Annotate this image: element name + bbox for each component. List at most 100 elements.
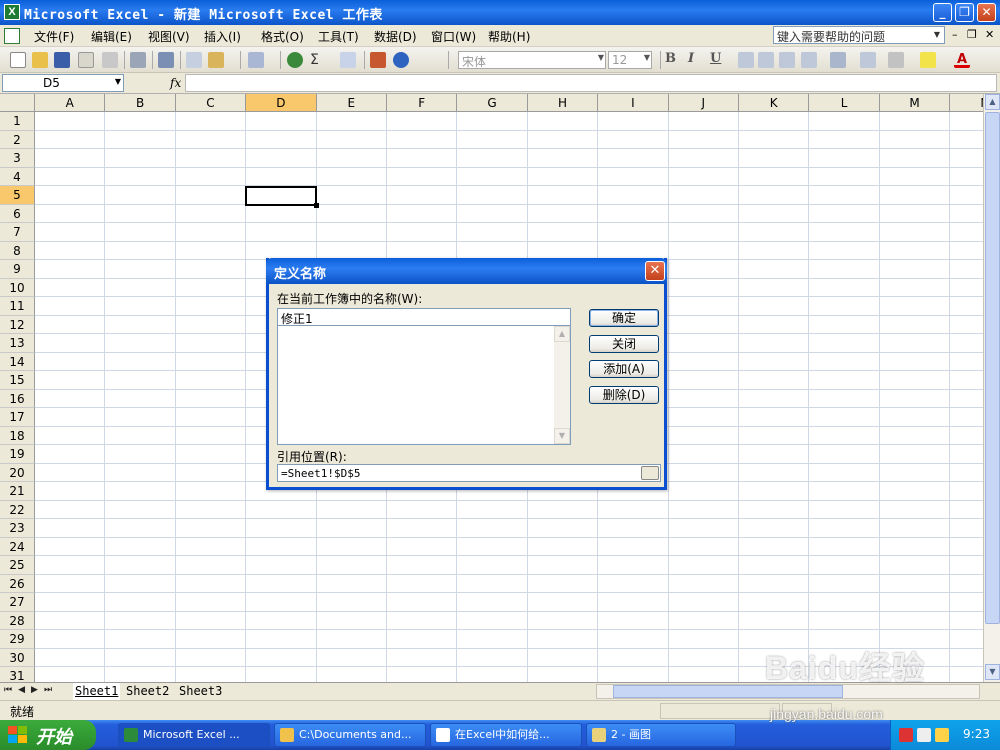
underline-button[interactable]: U	[710, 51, 721, 66]
column-header-a[interactable]: A	[35, 94, 106, 112]
scroll-up-icon[interactable]: ▲	[554, 326, 570, 342]
vertical-scrollbar[interactable]: ▲ ▼	[983, 94, 1000, 682]
print-preview-icon[interactable]	[102, 52, 118, 68]
font-color-icon[interactable]: A	[954, 52, 970, 68]
workbook-restore-button[interactable]: ❐	[967, 28, 977, 41]
task-browser[interactable]: 在Excel中如何给...	[430, 723, 582, 747]
minimize-button[interactable]: _	[933, 3, 952, 22]
row-header-16[interactable]: 16	[0, 389, 35, 408]
paste-icon[interactable]	[208, 52, 224, 68]
align-right-icon[interactable]	[779, 52, 795, 68]
names-list-scrollbar[interactable]: ▲ ▼	[554, 326, 570, 444]
row-header-11[interactable]: 11	[0, 297, 35, 316]
column-header-n[interactable]: N	[950, 94, 983, 112]
font-name-select[interactable]: 宋体 ▼	[458, 51, 606, 69]
menu-help[interactable]: 帮助(H)	[488, 28, 530, 45]
row-header-2[interactable]: 2	[0, 130, 35, 149]
select-all-corner[interactable]	[0, 94, 35, 112]
row-header-13[interactable]: 13	[0, 334, 35, 353]
active-cell-d5[interactable]	[245, 185, 319, 208]
row-header-23[interactable]: 23	[0, 519, 35, 538]
row-header-15[interactable]: 15	[0, 371, 35, 390]
research-icon[interactable]	[158, 52, 174, 68]
menu-edit[interactable]: 编辑(E)	[91, 28, 132, 45]
menu-tools[interactable]: 工具(T)	[318, 28, 359, 45]
row-header-19[interactable]: 19	[0, 445, 35, 464]
scroll-down-icon[interactable]: ▼	[985, 664, 1000, 680]
tray-app-icon[interactable]	[935, 728, 949, 742]
borders-icon[interactable]	[888, 52, 904, 68]
row-header-29[interactable]: 29	[0, 630, 35, 649]
column-header-l[interactable]: L	[809, 94, 880, 112]
permission-icon[interactable]	[78, 52, 94, 68]
formula-input[interactable]	[185, 74, 997, 92]
row-header-25[interactable]: 25	[0, 556, 35, 575]
sheet-tab-sheet2[interactable]: Sheet2	[126, 683, 169, 700]
workbook-close-button[interactable]: ✕	[985, 28, 994, 41]
row-header-20[interactable]: 20	[0, 463, 35, 482]
bold-button[interactable]: B	[665, 51, 676, 66]
row-header-7[interactable]: 7	[0, 223, 35, 242]
network-icon[interactable]	[899, 728, 913, 742]
row-header-21[interactable]: 21	[0, 482, 35, 501]
column-header-f[interactable]: F	[387, 94, 458, 112]
chevron-down-icon[interactable]: ▼	[644, 53, 650, 62]
row-header-8[interactable]: 8	[0, 241, 35, 260]
merge-center-icon[interactable]	[801, 52, 817, 68]
italic-button[interactable]: I	[688, 51, 694, 66]
row-header-14[interactable]: 14	[0, 352, 35, 371]
row-header-5[interactable]: 5	[0, 186, 35, 205]
menu-data[interactable]: 数据(D)	[374, 28, 417, 45]
row-header-28[interactable]: 28	[0, 611, 35, 630]
currency-icon[interactable]	[830, 52, 846, 68]
row-header-18[interactable]: 18	[0, 426, 35, 445]
scroll-thumb[interactable]	[985, 112, 1000, 624]
column-header-h[interactable]: H	[527, 94, 599, 112]
column-header-b[interactable]: B	[105, 94, 176, 112]
maximize-button[interactable]: ❐	[955, 3, 974, 22]
column-header-j[interactable]: J	[668, 94, 739, 112]
workbook-minimize-button[interactable]: –	[952, 28, 958, 41]
indent-icon[interactable]	[860, 52, 876, 68]
name-box[interactable]: D5 ▼	[2, 74, 124, 92]
ref-input[interactable]: =Sheet1!$D$5	[277, 464, 661, 482]
column-header-i[interactable]: I	[598, 94, 669, 112]
scroll-down-icon[interactable]: ▼	[554, 428, 570, 444]
task-explorer[interactable]: C:\Documents and...	[274, 723, 426, 747]
row-header-31[interactable]: 31	[0, 667, 35, 682]
row-header-24[interactable]: 24	[0, 537, 35, 556]
align-left-icon[interactable]	[738, 52, 754, 68]
start-button[interactable]: 开始	[0, 720, 96, 750]
column-header-k[interactable]: K	[739, 94, 810, 112]
column-header-g[interactable]: G	[457, 94, 528, 112]
row-header-4[interactable]: 4	[0, 167, 35, 186]
workbook-icon[interactable]	[4, 28, 20, 44]
task-excel[interactable]: Microsoft Excel ...	[118, 723, 270, 747]
dialog-close-icon[interactable]: ✕	[645, 261, 665, 281]
menu-window[interactable]: 窗口(W)	[431, 28, 476, 45]
delete-button[interactable]: 删除(D)	[589, 386, 659, 404]
row-header-6[interactable]: 6	[0, 204, 35, 223]
row-header-17[interactable]: 17	[0, 408, 35, 427]
column-header-e[interactable]: E	[316, 94, 387, 112]
sheet-tab-sheet3[interactable]: Sheet3	[179, 683, 222, 700]
autosum-icon[interactable]: Σ	[310, 52, 326, 68]
font-size-select[interactable]: 12 ▼	[608, 51, 652, 69]
row-header-3[interactable]: 3	[0, 149, 35, 168]
name-input[interactable]: 修正1	[277, 308, 571, 326]
row-header-26[interactable]: 26	[0, 574, 35, 593]
align-center-icon[interactable]	[758, 52, 774, 68]
close-dialog-button[interactable]: 关闭	[589, 335, 659, 353]
row-header-12[interactable]: 12	[0, 315, 35, 334]
row-header-30[interactable]: 30	[0, 648, 35, 667]
row-header-10[interactable]: 10	[0, 278, 35, 297]
menu-format[interactable]: 格式(O)	[261, 28, 304, 45]
column-header-d[interactable]: D	[246, 94, 317, 112]
chevron-down-icon[interactable]: ▼	[598, 53, 604, 62]
sheet-tab-sheet1[interactable]: Sheet1	[73, 683, 121, 700]
close-button[interactable]: ✕	[977, 3, 996, 22]
menu-insert[interactable]: 插入(I)	[204, 28, 241, 45]
chart-wizard-icon[interactable]	[370, 52, 386, 68]
row-header-27[interactable]: 27	[0, 593, 35, 612]
collapse-dialog-icon[interactable]	[641, 466, 659, 480]
